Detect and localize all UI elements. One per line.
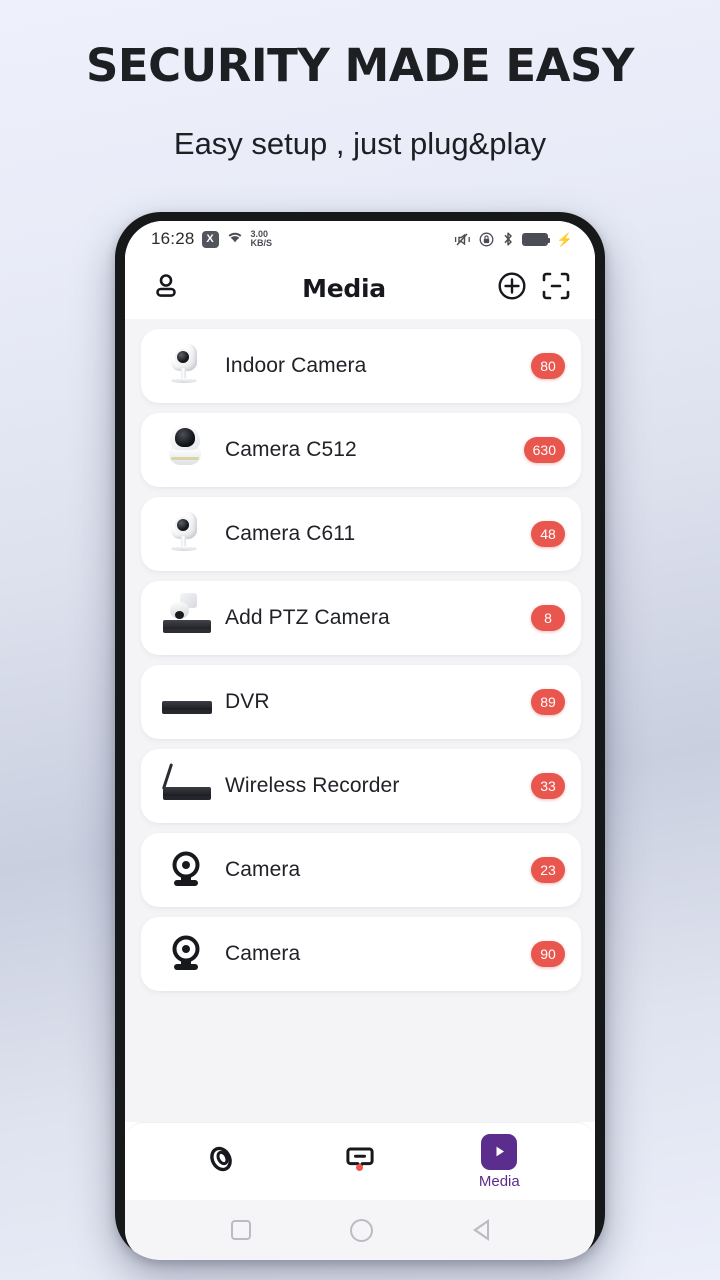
profile-icon[interactable] — [151, 271, 181, 306]
list-item[interactable]: Camera 90 — [141, 917, 581, 991]
security-camera-glyph — [155, 923, 217, 985]
bluetooth-icon — [502, 231, 514, 247]
bottom-nav: Media — [125, 1122, 595, 1200]
status-badge: 48 — [531, 521, 565, 547]
triangle-back-icon[interactable] — [473, 1219, 490, 1241]
ptz-dome-camera-photo — [155, 419, 217, 481]
wireless-recorder-photo — [155, 755, 217, 817]
device-name: DVR — [225, 690, 270, 713]
tab-media[interactable]: Media — [453, 1133, 545, 1190]
dvr-photo — [155, 671, 217, 733]
status-bar-right: ⚡ — [454, 231, 573, 247]
add-circle-icon[interactable] — [497, 271, 527, 306]
status-badge: 89 — [531, 689, 565, 715]
vibrate-mute-icon — [454, 232, 471, 247]
list-item[interactable]: Add PTZ Camera 8 — [141, 581, 581, 655]
status-badge: 90 — [531, 941, 565, 967]
indoor-camera-photo — [155, 503, 217, 565]
tab-live[interactable] — [175, 1142, 267, 1181]
status-time: 16:28 — [151, 229, 195, 248]
device-name: Camera C512 — [225, 438, 357, 461]
device-name: Camera — [225, 942, 301, 965]
device-name: Wireless Recorder — [225, 774, 400, 797]
device-name: Add PTZ Camera — [225, 606, 390, 629]
phone-screen: 16:28 X 3.00 KB/S ⚡ Media Indoor Camera … — [125, 221, 595, 1260]
spiral-eye-icon — [204, 1142, 238, 1181]
status-bar-left: 16:28 X 3.00 KB/S — [151, 229, 272, 249]
status-badge: 630 — [523, 437, 565, 463]
list-item[interactable]: Camera C512 630 — [141, 413, 581, 487]
status-badge: 80 — [531, 353, 565, 379]
ptz-with-dvr-photo — [155, 587, 217, 649]
indoor-camera-photo — [155, 335, 217, 397]
tab-media-label: Media — [478, 1172, 520, 1190]
network-speed: 3.00 KB/S — [250, 229, 273, 249]
device-name: Indoor Camera — [225, 354, 367, 377]
wifi-icon — [226, 230, 244, 249]
square-icon[interactable] — [230, 1220, 251, 1240]
status-badge: 33 — [531, 773, 565, 799]
page-title: SECURITY MADE EASY — [86, 39, 635, 92]
system-nav-bar — [125, 1200, 595, 1260]
phone-frame: 16:28 X 3.00 KB/S ⚡ Media Indoor Camera … — [115, 212, 605, 1260]
x-badge-icon: X — [201, 230, 219, 248]
scan-qr-icon[interactable] — [541, 271, 571, 306]
list-item[interactable]: DVR 89 — [141, 665, 581, 739]
app-bar-title: Media — [302, 273, 386, 303]
battery-icon — [521, 232, 550, 246]
circle-icon[interactable] — [350, 1218, 374, 1242]
list-item[interactable]: Camera C611 48 — [141, 497, 581, 571]
charging-bolt-icon: ⚡ — [556, 231, 573, 247]
page-subtitle: Easy setup , just plug&play — [173, 126, 547, 162]
list-item[interactable]: Wireless Recorder 33 — [141, 749, 581, 823]
tab-messages[interactable] — [314, 1143, 406, 1180]
app-bar-actions — [497, 271, 571, 306]
device-name: Camera — [225, 858, 301, 881]
app-bar: Media — [125, 257, 595, 319]
status-badge: 8 — [531, 605, 565, 631]
device-name: Camera C611 — [225, 522, 356, 545]
promo-header: SECURITY MADE EASY Easy setup , just plu… — [0, 0, 720, 162]
play-icon — [481, 1133, 518, 1170]
status-badge: 23 — [531, 857, 565, 883]
chat-bubble-minus-icon — [344, 1143, 376, 1180]
list-item[interactable]: Camera 23 — [141, 833, 581, 907]
lock-icon — [479, 232, 494, 247]
network-speed-unit: KB/S — [250, 238, 273, 248]
list-item[interactable]: Indoor Camera 80 — [141, 329, 581, 403]
security-camera-glyph — [155, 839, 217, 901]
status-bar: 16:28 X 3.00 KB/S ⚡ — [125, 221, 595, 257]
device-list: Indoor Camera 80 Camera C512 630 Camera … — [125, 319, 595, 1122]
phone-mockup: 16:28 X 3.00 KB/S ⚡ Media Indoor Camera … — [115, 212, 605, 1260]
